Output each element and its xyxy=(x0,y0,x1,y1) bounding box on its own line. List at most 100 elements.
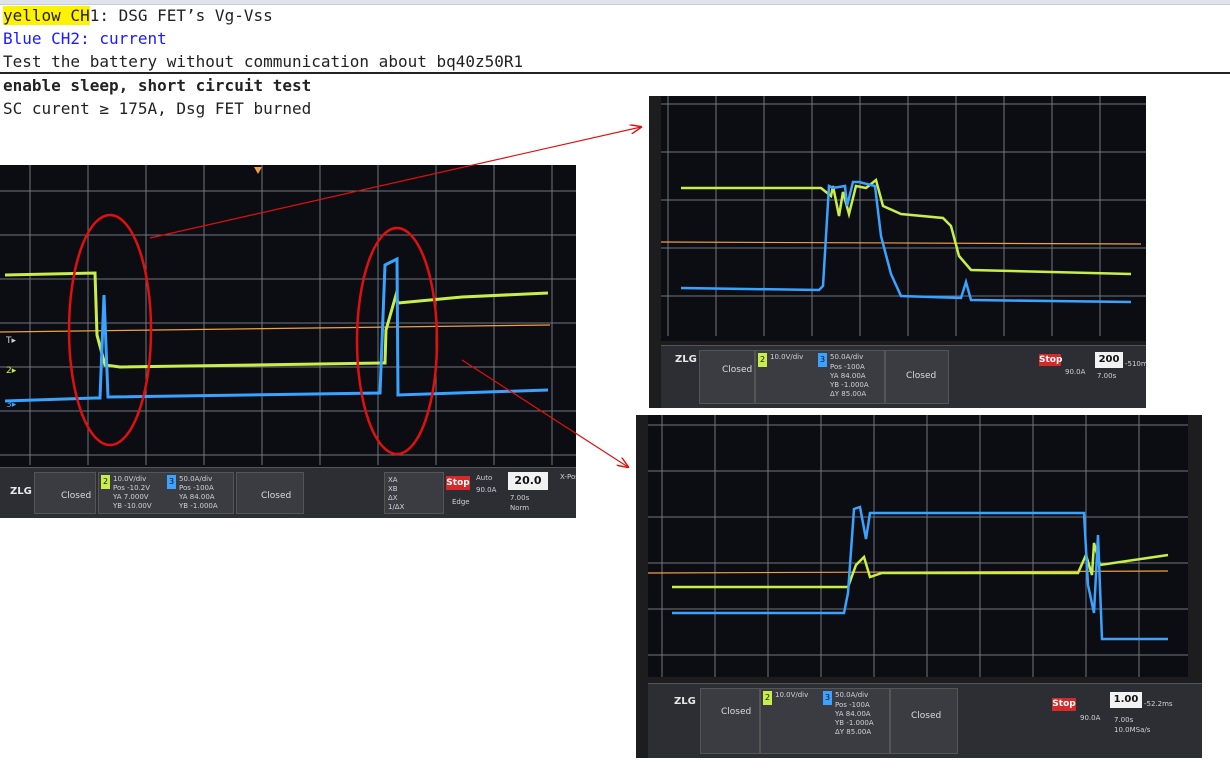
test-note: Test the battery without communication a… xyxy=(3,52,524,71)
ch3-pos: Pos -100A xyxy=(830,363,865,371)
ch4-closed-label: Closed xyxy=(261,491,292,501)
ch1-waveform xyxy=(681,177,1132,276)
ch4-box: Closed xyxy=(890,688,958,754)
ch2-scale: 10.0V/div xyxy=(775,691,809,699)
ch2-waveform xyxy=(4,256,549,403)
ch1-waveform xyxy=(4,271,549,369)
trigger-level: 90.0A xyxy=(1080,714,1101,722)
ch2-yb: YB -10.00V xyxy=(113,502,152,510)
ch-label-T: T▸ xyxy=(5,336,16,346)
ch1-closed-label: Closed xyxy=(61,491,92,501)
ch1-highlight: yellow CH xyxy=(3,6,90,25)
channel-settings-box: 2 10.0V/div 3 50.0A/div Pos -100A YA 84.… xyxy=(755,350,885,404)
divider-line xyxy=(0,72,1230,74)
scope-waveform-main: T▸ 2▸ 3▸ xyxy=(0,165,576,465)
trigger-level: 90.0A xyxy=(476,486,497,494)
cursor-xb: XB xyxy=(388,485,398,493)
scope-photo-zoom-1: ZLG Closed 2 10.0V/div 3 50.0A/div Pos -… xyxy=(649,96,1146,408)
cursor-invdx: 1/ΔX xyxy=(388,503,405,511)
test-title: enable sleep, short circuit test xyxy=(3,76,312,95)
ch3-indicator: 3 xyxy=(823,691,832,705)
ch1-box: Closed xyxy=(34,472,96,514)
ch2-indicator: 2 xyxy=(758,353,767,367)
grid xyxy=(661,96,1146,336)
timebase-number: 1.00 xyxy=(1113,694,1139,705)
ch3-ya: YA 84.00A xyxy=(830,372,866,380)
xpos-label: X-Pos xyxy=(560,473,576,481)
ch4-closed-label: Closed xyxy=(906,371,937,381)
window-top-strip xyxy=(0,0,1230,5)
ch2-pos: Pos -10.2V xyxy=(113,484,151,492)
ch2-scale: 10.0V/div xyxy=(113,475,147,483)
scope-status-bar-zoom-1: ZLG Closed 2 10.0V/div 3 50.0A/div Pos -… xyxy=(661,345,1146,408)
trigger-level-line xyxy=(661,241,1142,245)
scope-status-bar-zoom-2: ZLG Closed 2 10.0V/div 3 50.0A/div Pos -… xyxy=(648,683,1202,758)
cursor-box: XA XB ΔX 1/ΔX xyxy=(384,472,444,514)
ch3-dy: ΔY 85.00A xyxy=(835,728,872,736)
scope-screen-zoom-2 xyxy=(648,415,1188,677)
ch3-scale: 50.0A/div xyxy=(179,475,213,483)
scope-screen-main: T▸ 2▸ 3▸ xyxy=(0,165,576,468)
timebase-value[interactable]: 1.00 xyxy=(1110,692,1142,708)
grid xyxy=(648,415,1188,677)
legend-ch1: yellow CH1: DSG FET’s Vg-Vss xyxy=(3,6,273,26)
stop-button[interactable]: Stop xyxy=(446,476,470,490)
xpos-value: -510ms xyxy=(1125,360,1146,368)
timebase-value[interactable]: 200 xyxy=(1095,352,1123,368)
ch1-box: Closed xyxy=(700,688,760,754)
ch3-yb: YB -1.000A xyxy=(835,719,874,727)
ch3-yb: YB -1.000A xyxy=(830,381,869,389)
delay-value: 7.00s xyxy=(1114,716,1134,724)
brand-logo: ZLG xyxy=(10,486,32,497)
brand-logo: ZLG xyxy=(674,696,696,707)
trigger-mode: Auto xyxy=(476,474,493,482)
ch-label-2: 2▸ xyxy=(6,366,17,376)
ch4-box: Closed xyxy=(236,472,304,514)
ch4-closed-label: Closed xyxy=(911,711,942,721)
ch1-closed-label: Closed xyxy=(721,707,752,717)
xpos-value: -52.2ms xyxy=(1144,700,1173,708)
legend-ch2: Blue CH2: current xyxy=(3,29,167,48)
ch2-indicator: 2 xyxy=(763,691,772,705)
trigger-level: 90.0A xyxy=(1065,368,1086,376)
ch3-pos: Pos -100A xyxy=(179,484,214,492)
trigger-level-line xyxy=(0,324,551,333)
scope-photo-zoom-2: ZLG Closed 2 10.0V/div 3 50.0A/div Pos -… xyxy=(636,415,1202,758)
ch3-ya: YA 84.00A xyxy=(179,493,215,501)
ch3-yb: YB -1.000A xyxy=(179,502,218,510)
trigger-marker xyxy=(254,167,262,174)
ch3-indicator: 3 xyxy=(818,353,827,367)
timebase-value[interactable]: 20.0 xyxy=(508,472,548,490)
ch2-indicator: 2 xyxy=(101,475,110,489)
cursor-xa: XA xyxy=(388,476,398,484)
ch-label-3: 3▸ xyxy=(6,400,17,410)
scope-photo-main: T▸ 2▸ 3▸ ZLG Closed 2 10.0V/div Pos -10.… xyxy=(0,165,576,518)
ch4-box: Closed xyxy=(885,350,949,404)
ch1-waveform xyxy=(672,542,1169,589)
trigger-type: Edge xyxy=(452,498,470,506)
ch3-pos: Pos -100A xyxy=(835,701,870,709)
delay-value: 7.00s xyxy=(1097,372,1117,380)
acq-mode: Norm xyxy=(510,504,530,512)
grid xyxy=(0,165,576,465)
ch3-dy: ΔY 85.00A xyxy=(830,390,867,398)
cursor-dx: ΔX xyxy=(388,494,398,502)
delay-value: 7.00s xyxy=(510,494,530,502)
brand-logo: ZLG xyxy=(675,354,697,365)
timebase-number: 20.0 xyxy=(514,474,542,487)
ch1-box: Closed xyxy=(699,350,755,404)
scope-waveform-zoom-1 xyxy=(661,96,1146,336)
test-result: SC curent ≥ 175A, Dsg FET burned xyxy=(3,99,312,118)
ch3-scale: 50.0A/div xyxy=(835,691,869,699)
ch3-indicator: 3 xyxy=(167,475,176,489)
scope-screen-zoom-1 xyxy=(661,96,1146,341)
channel-settings-box: 2 10.0V/div 3 50.0A/div Pos -100A YA 84.… xyxy=(760,688,890,754)
stop-button[interactable]: Stop xyxy=(1039,354,1062,366)
ch3-ya: YA 84.00A xyxy=(835,710,871,718)
ch2-ya: YA 7.000V xyxy=(113,493,149,501)
sample-rate: 10.0MSa/s xyxy=(1114,726,1151,734)
scope-status-bar-main: ZLG Closed 2 10.0V/div Pos -10.2V YA 7.0… xyxy=(0,467,576,518)
scope-waveform-zoom-2 xyxy=(648,415,1188,677)
stop-button[interactable]: Stop xyxy=(1052,698,1076,711)
ch1-closed-label: Closed xyxy=(722,365,753,375)
